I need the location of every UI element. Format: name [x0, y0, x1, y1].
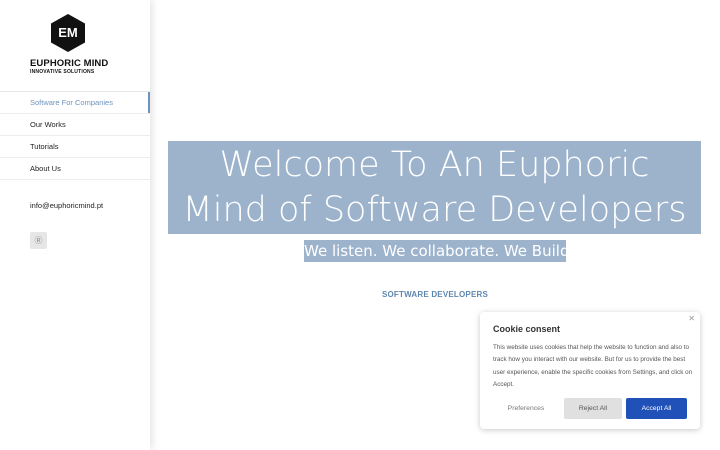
hero-subtitle: We listen. We collaborate. We Build. — [304, 242, 575, 260]
preferences-button[interactable]: Preferences — [493, 398, 559, 419]
accept-all-button[interactable]: Accept All — [626, 398, 687, 419]
close-icon[interactable]: ✕ — [688, 314, 695, 323]
logo-monogram: EM — [58, 25, 78, 40]
page: EM EUPHORIC MIND INNOVATIVE SOLUTIONS So… — [0, 0, 720, 450]
hero-title: Welcome To An Euphoric Mind of Software … — [168, 143, 701, 233]
sidebar: EM EUPHORIC MIND INNOVATIVE SOLUTIONS So… — [0, 0, 150, 450]
hero-title-line-1: Welcome To An Euphoric — [219, 145, 650, 185]
sidebar-item-tutorials[interactable]: Tutorials — [0, 136, 150, 158]
sidebar-item-our-works[interactable]: Our Works — [0, 114, 150, 136]
skype-icon: Ⓡ — [34, 236, 43, 245]
skype-button[interactable]: Ⓡ — [30, 232, 47, 249]
sidebar-item-about-us[interactable]: About Us — [0, 158, 150, 180]
brand-name: EUPHORIC MIND — [30, 58, 109, 69]
brand-logo[interactable]: EM EUPHORIC MIND INNOVATIVE SOLUTIONS — [30, 14, 130, 78]
cookie-actions: Preferences Reject All Accept All — [493, 398, 687, 419]
sidebar-nav: Software For Companies Our Works Tutoria… — [0, 91, 150, 180]
cookie-consent-dialog: ✕ Cookie consent This website uses cooki… — [480, 312, 700, 429]
hero-title-line-2: Mind of Software Developers — [182, 190, 687, 230]
cookie-title: Cookie consent — [493, 324, 561, 334]
sidebar-item-software-for-companies[interactable]: Software For Companies — [0, 92, 150, 114]
reject-all-button[interactable]: Reject All — [564, 398, 622, 419]
contact-email-link[interactable]: info@euphoricmind.pt — [30, 201, 103, 210]
brand-tagline: INNOVATIVE SOLUTIONS — [30, 69, 95, 75]
cookie-description: This website uses cookies that help the … — [493, 344, 693, 389]
section-label: SOFTWARE DEVELOPERS — [381, 290, 489, 299]
